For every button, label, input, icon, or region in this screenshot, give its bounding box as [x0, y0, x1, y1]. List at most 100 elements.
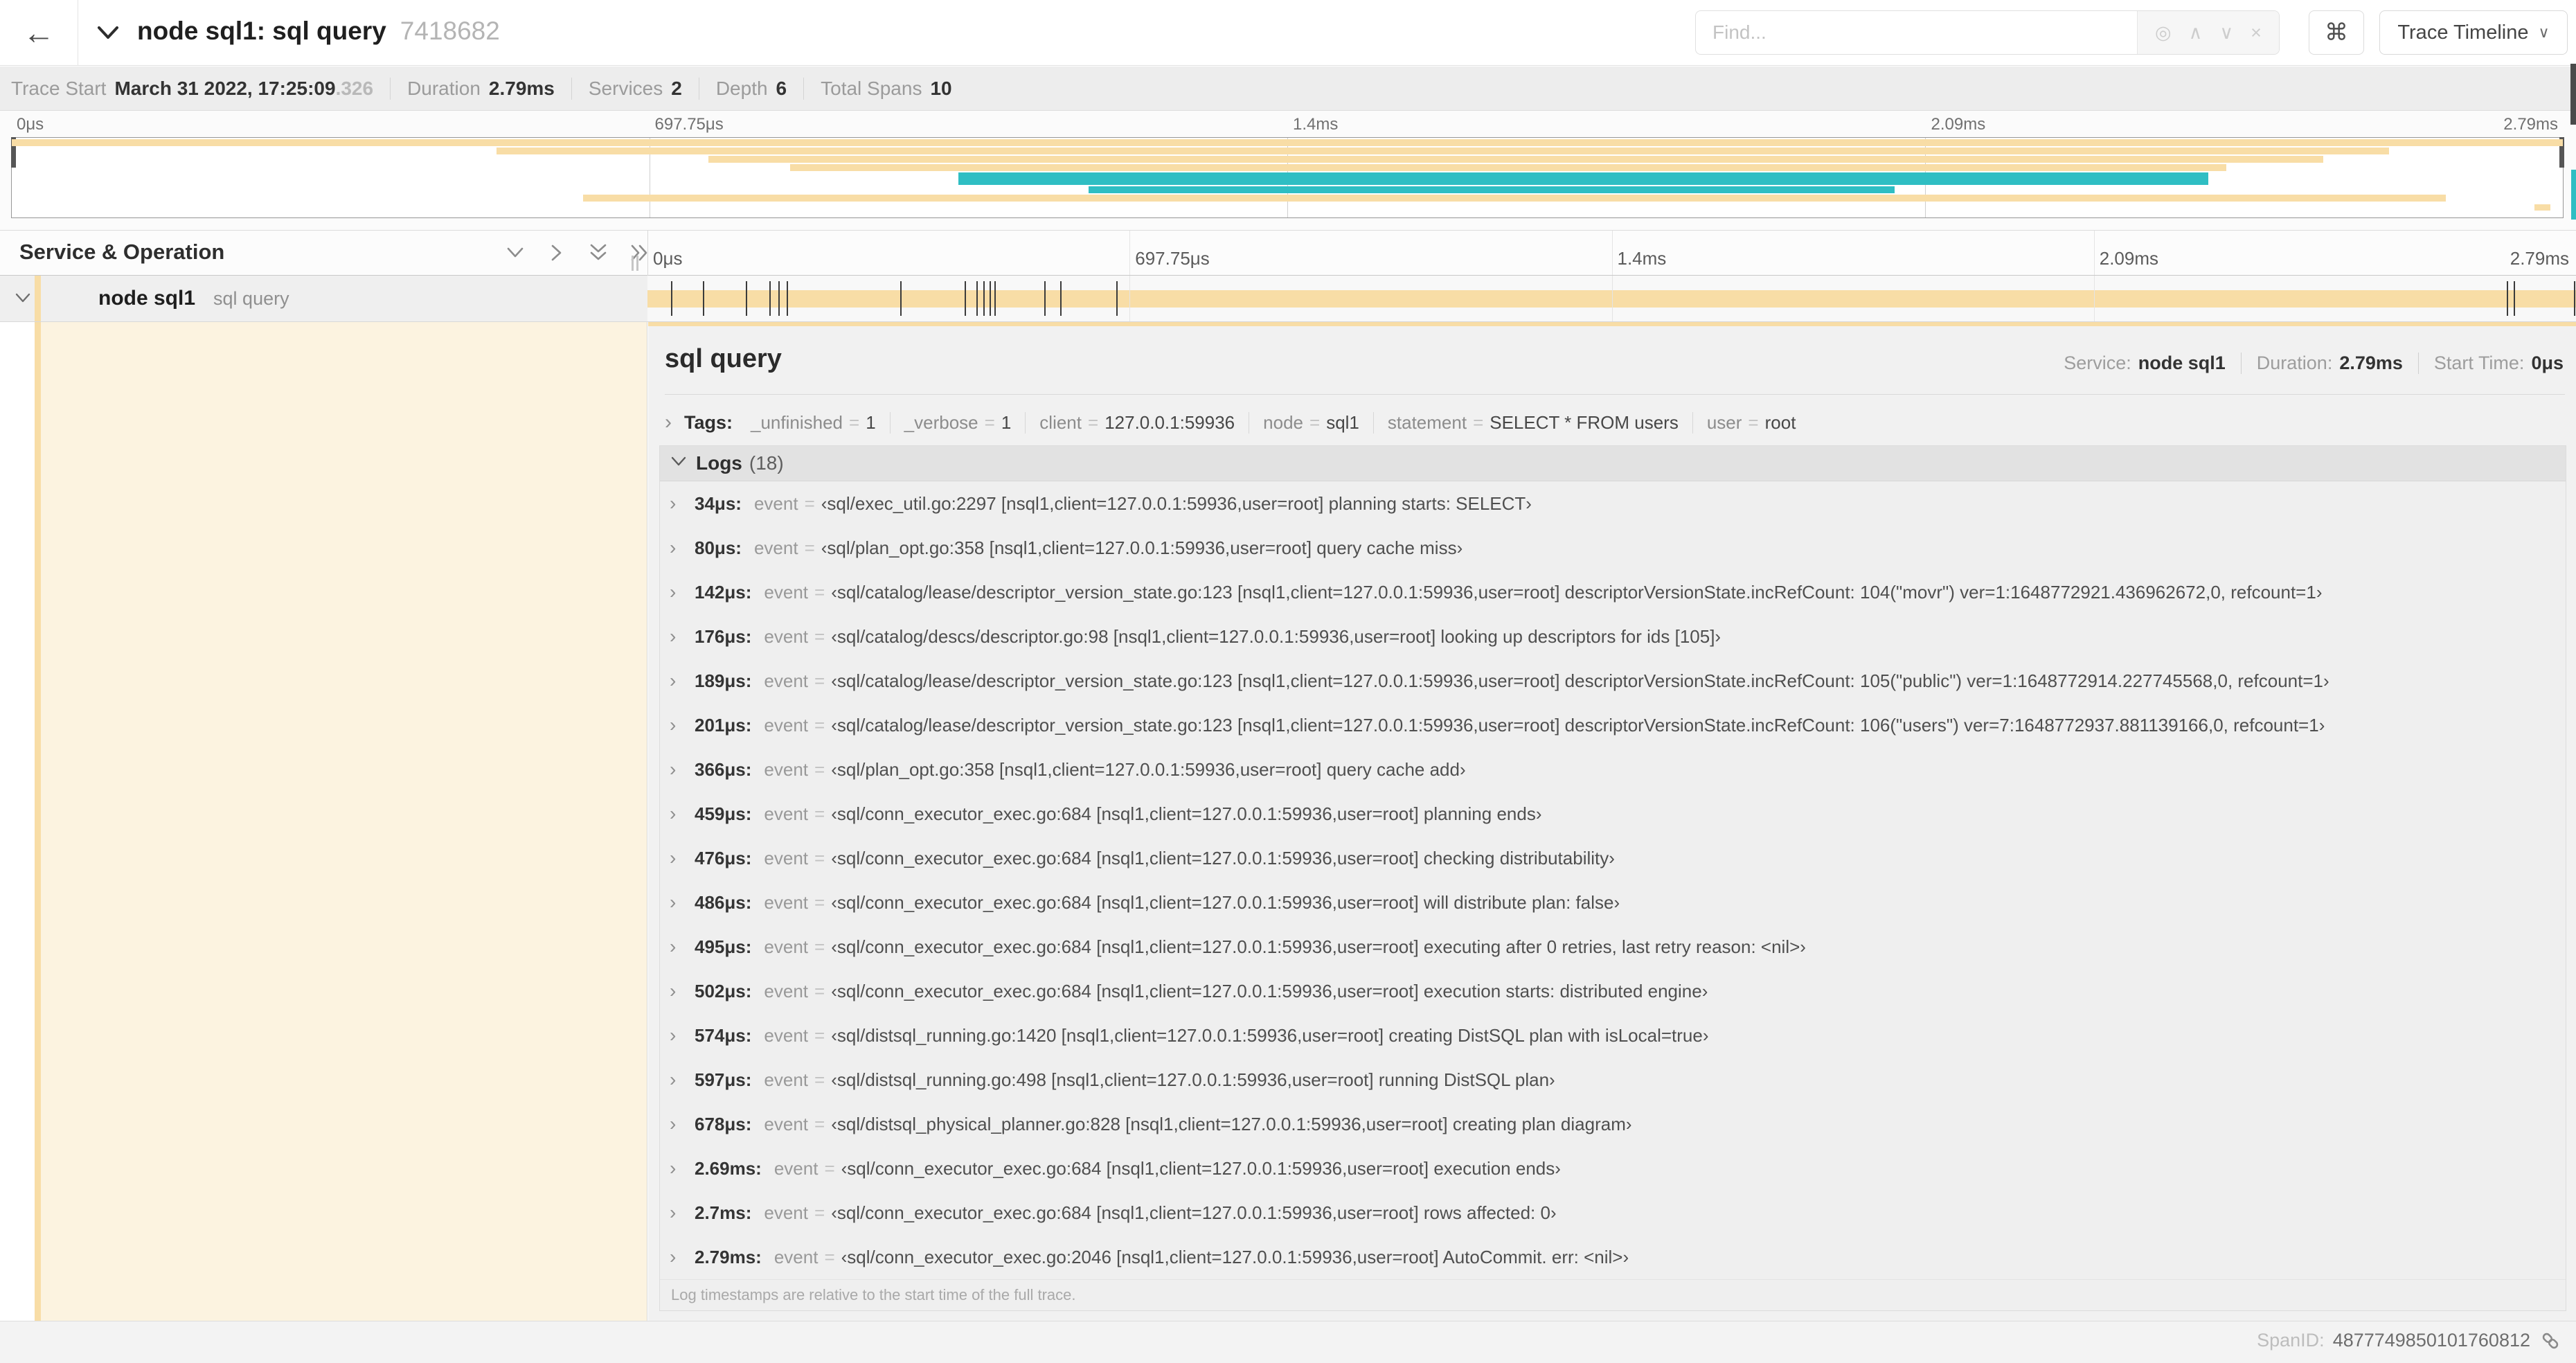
span-collapse-chevron-icon[interactable] [14, 292, 32, 305]
log-row[interactable]: › 476μs: event = ‹sql/conn_executor_exec.go:… [660, 836, 2566, 880]
log-event-tick [2514, 281, 2516, 316]
log-event-tick [2507, 281, 2509, 316]
minimap-axis-label: 0μs [17, 115, 44, 134]
chevron-up-icon[interactable]: ∧ [2189, 22, 2203, 44]
span-detail-panel: sql query Service: node sql1 Duration: 2.7… [648, 322, 2576, 1321]
log-field-value: ‹sql/distsql_running.go:1420 [nsql1,clie… [831, 1024, 1709, 1046]
logs-accordion-header[interactable]: Logs (18) [660, 446, 2566, 481]
find-input[interactable] [1696, 11, 2137, 54]
log-row[interactable]: › 189μs: event = ‹sql/catalog/lease/descript… [660, 659, 2566, 703]
expand-chevron-icon: › [670, 625, 677, 647]
back-button[interactable]: ← [0, 0, 78, 65]
log-row[interactable]: › 597μs: event = ‹sql/distsql_running.go:498… [660, 1058, 2566, 1102]
log-row[interactable]: › 34μs: event = ‹sql/exec_util.go:2297 [nsql… [660, 481, 2566, 526]
minimap-span-bar [583, 195, 2446, 202]
span-color-tint-area [41, 322, 647, 1321]
timeline-header-row: Service & Operation 0μs 697.75μs 1.4ms 2.09… [0, 230, 2576, 276]
page-title[interactable]: node sql1: sql query 7418682 [137, 17, 500, 46]
collapse-one-icon[interactable] [503, 242, 528, 264]
tag-item: user = root [1692, 411, 1796, 434]
equals-sign: = [814, 670, 825, 691]
minimap-axis-label: 2.79ms [2503, 115, 2558, 134]
column-resizer-handle[interactable] [632, 256, 638, 271]
log-row[interactable]: › 459μs: event = ‹sql/conn_executor_exec.go:… [660, 792, 2566, 836]
minimap-span-bar [708, 156, 2323, 163]
view-selector-button[interactable]: Trace Timeline ∨ [2379, 10, 2568, 55]
tag-item: _unfinished = 1 [751, 412, 876, 434]
back-arrow-icon: ← [23, 15, 55, 51]
logs-list: › 34μs: event = ‹sql/exec_util.go:2297 [nsql… [660, 481, 2566, 1279]
tags-accordion[interactable]: › Tags: _unfinished = 1 _verbose = 1 client = 12… [665, 407, 2565, 438]
collapse-all-icon[interactable] [586, 242, 611, 264]
equals-sign: = [814, 803, 825, 824]
log-event-tick [976, 281, 978, 316]
span-detail-title: sql query [665, 344, 782, 373]
log-timestamp: 486μs: [695, 891, 752, 913]
log-field-key: event [773, 1246, 819, 1267]
summary-value: 2 [671, 77, 682, 99]
timeline-gridline [1129, 231, 1131, 275]
close-icon[interactable]: × [2251, 22, 2262, 44]
tags-label: Tags: [684, 411, 733, 433]
log-row[interactable]: › 495μs: event = ‹sql/conn_executor_exec.go:… [660, 925, 2566, 969]
tag-item: client = 127.0.0.1:59936 [1025, 411, 1235, 434]
divider [665, 394, 2565, 395]
minimap-canvas[interactable] [11, 137, 2564, 218]
log-row[interactable]: › 2.69ms: event = ‹sql/conn_executor_exec.go… [660, 1146, 2566, 1191]
log-row[interactable]: › 2.7ms: event = ‹sql/conn_executor_exec.go:… [660, 1191, 2566, 1235]
summary-label: Depth [715, 77, 768, 99]
span-detail-left-gutter [0, 322, 647, 1321]
log-field-value: ‹sql/conn_executor_exec.go:684 [nsql1,cl… [831, 803, 1542, 824]
minimap-axis-label: 1.4ms [1293, 115, 1339, 134]
log-timestamp: 142μs: [695, 581, 752, 603]
view-selector-label: Trace Timeline [2397, 21, 2529, 44]
trace-collapse-chevron-icon[interactable] [96, 24, 120, 45]
trace-view-page: ← node sql1: sql query7418682 ◎ ∧ ∨ × ⌘ … [0, 0, 2576, 1363]
deep-link-icon[interactable] [2540, 1330, 2561, 1351]
equals-sign: = [814, 714, 825, 736]
span-row-name-cell[interactable]: node sql1 sql query [0, 276, 647, 321]
summary-item: Services 2 [571, 77, 682, 100]
log-field-value: ‹sql/conn_executor_exec.go:684 [nsql1,cl… [831, 891, 1620, 913]
chevron-down-icon [670, 455, 688, 472]
log-row[interactable]: › 502μs: event = ‹sql/conn_executor_exec.go:… [660, 969, 2566, 1013]
log-field-key: event [753, 492, 798, 514]
log-row[interactable]: › 678μs: event = ‹sql/distsql_physical_plann… [660, 1102, 2566, 1146]
summary-item: Total Spans 10 [803, 77, 952, 100]
log-row[interactable]: › 80μs: event = ‹sql/plan_opt.go:358 [nsql1,… [660, 526, 2566, 570]
span-detail-accent-bar [648, 322, 2576, 326]
log-row[interactable]: › 366μs: event = ‹sql/plan_opt.go:358 [nsql1… [660, 747, 2566, 792]
span-color-stripe [35, 276, 41, 321]
tag-item: node = sql1 [1249, 411, 1359, 434]
locate-icon[interactable]: ◎ [2155, 22, 2172, 44]
scrollbar-thumb[interactable] [2570, 64, 2576, 125]
minimap-span-bar [496, 148, 2390, 154]
summary-item: Trace Start March 31 2022, 17:25:09.326 [11, 78, 373, 100]
span-row[interactable]: node sql1 sql query [0, 276, 2576, 322]
expand-chevron-icon: › [670, 1113, 677, 1134]
log-field-value: ‹sql/catalog/lease/descriptor_version_st… [831, 670, 2329, 691]
log-row[interactable]: › 201μs: event = ‹sql/catalog/lease/descript… [660, 703, 2566, 747]
log-timestamp: 597μs: [695, 1069, 752, 1090]
log-field-key: event [764, 625, 809, 647]
expand-one-icon[interactable] [544, 242, 569, 264]
chevron-down-icon[interactable]: ∨ [2219, 22, 2233, 44]
log-row[interactable]: › 2.79ms: event = ‹sql/conn_executor_exec.go… [660, 1235, 2566, 1279]
log-row[interactable]: › 176μs: event = ‹sql/catalog/descs/descript… [660, 614, 2566, 659]
expand-chevron-icon: › [670, 891, 677, 913]
log-timestamp: 201μs: [695, 714, 752, 736]
equals-sign: = [849, 411, 860, 433]
keyboard-shortcuts-button[interactable]: ⌘ [2309, 10, 2364, 55]
log-field-key: event [764, 581, 809, 603]
span-row-timeline-cell[interactable] [647, 276, 2576, 321]
log-row[interactable]: › 574μs: event = ‹sql/distsql_running.go:142… [660, 1013, 2566, 1058]
tag-item: statement = SELECT * FROM users [1372, 411, 1679, 434]
log-event-tick [900, 281, 902, 316]
log-event-tick [990, 281, 992, 316]
log-row[interactable]: › 486μs: event = ‹sql/conn_executor_exec.go:… [660, 880, 2566, 925]
log-row[interactable]: › 142μs: event = ‹sql/catalog/lease/descript… [660, 570, 2566, 614]
log-timestamp: 574μs: [695, 1024, 752, 1046]
tag-item: _verbose = 1 [889, 411, 1011, 434]
minimap-span-bar [958, 172, 2208, 185]
logs-count: (18) [749, 452, 784, 474]
